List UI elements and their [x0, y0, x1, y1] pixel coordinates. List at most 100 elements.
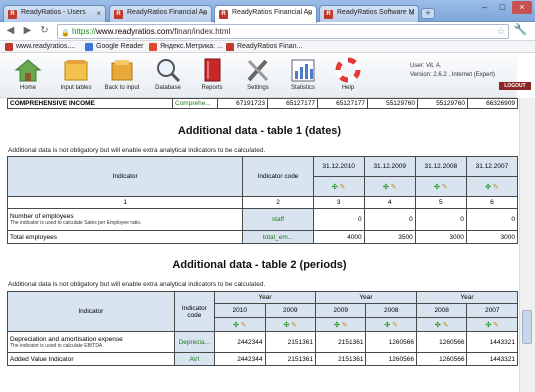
value-cell[interactable]: 3500 — [363, 230, 416, 244]
value-cell[interactable]: 1260566 — [415, 331, 468, 353]
expand-icon[interactable]: ✣ — [283, 322, 289, 329]
value-cell[interactable]: 1443321 — [466, 331, 518, 353]
maximize-icon[interactable]: □ — [494, 1, 511, 14]
indicator-code[interactable]: staff — [242, 208, 314, 231]
value-cell[interactable]: 1443321 — [466, 352, 518, 366]
column-number-row: 1 2 3 4 5 6 — [6, 196, 519, 209]
value-cell[interactable]: 1260566 — [365, 331, 417, 353]
wrench-menu-icon[interactable]: 🔧 — [513, 23, 528, 38]
value-cell[interactable]: 55129760 — [417, 98, 468, 109]
readyratios-favicon-icon — [5, 43, 13, 51]
value-cell[interactable]: 2442344 — [214, 331, 266, 353]
indicator-code[interactable]: AVI — [173, 352, 216, 366]
date-header: 31.12.2007 — [465, 156, 519, 177]
expand-icon[interactable]: ✣ — [233, 322, 239, 329]
value-cell[interactable]: 0 — [414, 208, 467, 231]
date-header: 31.12.2008 — [414, 156, 467, 177]
expand-icon[interactable]: ✣ — [383, 184, 389, 191]
home-button[interactable]: Home — [6, 57, 50, 91]
close-icon[interactable]: × — [409, 9, 414, 18]
close-icon[interactable]: × — [96, 9, 101, 18]
close-window-icon[interactable]: × — [512, 1, 532, 14]
bookmark-item[interactable]: ReadyRatios Finan... — [226, 42, 302, 52]
edit-icon[interactable]: ✎ — [291, 322, 297, 329]
statistics-button[interactable]: Statistics — [281, 57, 325, 91]
edit-icon[interactable]: ✎ — [493, 322, 499, 329]
value-cell[interactable]: 0 — [465, 208, 519, 231]
input-tables-icon — [62, 57, 90, 83]
indicator-code[interactable]: Deprecia... — [173, 331, 216, 353]
logout-button[interactable]: LOGOUT — [499, 82, 531, 90]
value-cell[interactable]: 1260566 — [365, 352, 417, 366]
edit-icon[interactable]: ✎ — [340, 184, 346, 191]
column-number: 6 — [465, 196, 519, 209]
database-magnifier-icon — [154, 57, 182, 83]
edit-icon[interactable]: ✎ — [443, 322, 449, 329]
reload-icon[interactable]: ↻ — [37, 24, 52, 39]
browser-tab[interactable]: R ReadyRatios - Users × — [3, 5, 106, 22]
year-header: 2007 — [466, 303, 518, 318]
expand-icon[interactable]: ✣ — [435, 322, 441, 329]
bookmark-item[interactable]: www.readyratios.... — [5, 42, 75, 52]
browser-tab[interactable]: R ReadyRatios Software M × — [319, 5, 419, 22]
back-to-input-button[interactable]: Back to input — [100, 57, 144, 91]
edit-icon[interactable]: ✎ — [342, 322, 348, 329]
value-cell[interactable]: 0 — [312, 208, 365, 231]
settings-button[interactable]: Settings — [236, 57, 280, 91]
google-reader-icon — [85, 43, 93, 51]
minimize-icon[interactable]: – — [476, 1, 493, 14]
bookmark-item[interactable]: Google Reader — [85, 42, 143, 52]
yandex-metrika-icon — [149, 43, 157, 51]
database-button[interactable]: Database — [146, 57, 190, 91]
scrollbar-thumb[interactable] — [522, 310, 532, 344]
browser-tab-active[interactable]: R ReadyRatios Financial An × — [214, 5, 317, 23]
browser-tab-bar: R ReadyRatios - Users × R ReadyRatios Finan… — [0, 0, 535, 23]
value-cell[interactable]: 1260566 — [415, 352, 468, 366]
expand-icon[interactable]: ✣ — [434, 184, 440, 191]
readyratios-favicon-icon: R — [8, 10, 17, 19]
forward-arrow-icon[interactable]: ▶ — [20, 24, 35, 39]
value-cell[interactable]: 67191723 — [217, 98, 268, 109]
lock-icon: 🔒 — [61, 30, 70, 37]
edit-icon[interactable]: ✎ — [392, 322, 398, 329]
close-icon[interactable]: × — [202, 9, 207, 18]
bookmark-item[interactable]: Яндекс.Метрика: ... — [149, 42, 223, 52]
value-cell[interactable]: 4000 — [312, 230, 365, 244]
expand-icon[interactable]: ✣ — [485, 322, 491, 329]
value-cell[interactable]: 55129760 — [367, 98, 418, 109]
column-number: 5 — [414, 196, 467, 209]
value-cell[interactable]: 3000 — [465, 230, 519, 244]
expand-icon[interactable]: ✣ — [485, 184, 491, 191]
close-icon[interactable]: × — [307, 9, 312, 18]
value-cell[interactable]: 3000 — [414, 230, 467, 244]
year-group-header: Year — [314, 291, 417, 304]
edit-icon[interactable]: ✎ — [391, 184, 397, 191]
value-cell[interactable]: 2151361 — [264, 331, 316, 353]
bookmark-star-icon[interactable]: ☆ — [497, 25, 505, 38]
help-button[interactable]: Help — [326, 57, 370, 91]
value-cell[interactable]: 2442344 — [214, 352, 266, 366]
expand-icon[interactable]: ✣ — [332, 184, 338, 191]
edit-icon[interactable]: ✎ — [442, 184, 448, 191]
input-tables-button[interactable]: Input tables — [54, 57, 98, 91]
expand-icon[interactable]: ✣ — [384, 322, 390, 329]
browser-tab[interactable]: R ReadyRatios Financial An × — [109, 5, 212, 22]
new-tab-button[interactable]: + — [421, 8, 435, 19]
readyratios-favicon-icon: R — [114, 10, 123, 19]
reports-button[interactable]: Reports — [190, 57, 234, 91]
expand-icon[interactable]: ✣ — [334, 322, 340, 329]
edit-icon[interactable]: ✎ — [493, 184, 499, 191]
indicator-code[interactable]: total_em... — [242, 230, 314, 244]
edit-icon[interactable]: ✎ — [241, 322, 247, 329]
value-cell[interactable]: 2151361 — [314, 331, 367, 353]
address-bar[interactable]: 🔒 https://www.readyratios.com/finan/index… — [57, 24, 509, 39]
value-cell[interactable]: 65127177 — [317, 98, 368, 109]
value-cell[interactable]: 66326909 — [467, 98, 518, 109]
vertical-scrollbar[interactable] — [519, 98, 535, 392]
back-arrow-icon[interactable]: ◀ — [3, 24, 18, 39]
value-cell[interactable]: 0 — [363, 208, 416, 231]
value-cell[interactable]: 65127177 — [267, 98, 318, 109]
indicator-code[interactable]: Comprehe... — [172, 98, 218, 109]
value-cell[interactable]: 2151361 — [264, 352, 316, 366]
value-cell[interactable]: 2151361 — [314, 352, 367, 366]
